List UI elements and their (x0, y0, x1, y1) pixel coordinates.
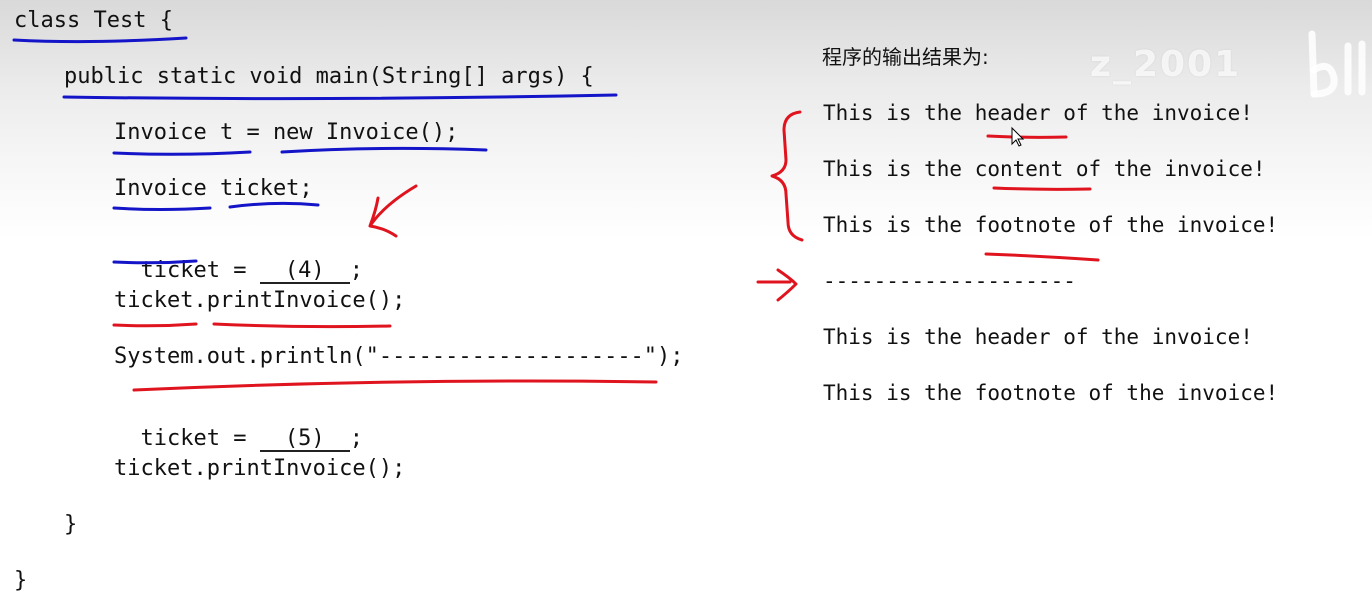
code-line-assign-blank-4: ticket = (4); (114, 232, 363, 284)
code-text: ticket = (140, 426, 260, 451)
code-line-new-invoice: Invoice t = new Invoice(); (114, 120, 459, 145)
red-underline-footnote (984, 252, 1100, 262)
blank-5: (5) (259, 428, 350, 452)
red-underline-ticket (112, 322, 198, 328)
red-brace-output (770, 110, 804, 242)
red-underline-printinvoice (212, 322, 392, 329)
blue-underline-class (12, 36, 188, 44)
code-line-declare-ticket: Invoice ticket; (114, 176, 313, 201)
output-line-footnote-2: This is the footnote of the invoice! (823, 381, 1279, 405)
red-arrow-to-separator (756, 268, 798, 302)
output-line-footnote: This is the footnote of the invoice! (823, 213, 1279, 237)
blue-underline-ticket (228, 201, 320, 209)
code-line-main-decl: public static void main(String[] args) { (64, 64, 594, 89)
bilibili-logo-icon (1308, 30, 1366, 98)
red-arrow-to-blank-4 (368, 184, 418, 238)
code-line-print-invoice-2: ticket.printInvoice(); (114, 456, 406, 481)
blue-underline-invoice-t (112, 150, 252, 156)
semicolon: ; (349, 426, 363, 451)
watermark-text: z_2001 (1090, 44, 1242, 85)
mouse-cursor-icon (1011, 126, 1025, 147)
blue-underline-invoice-type (112, 206, 212, 211)
code-line-close-class: } (14, 568, 28, 593)
code-line-print-invoice-1: ticket.printInvoice(); (114, 288, 406, 313)
output-line-header: This is the header of the invoice! (823, 101, 1253, 125)
red-underline-header (986, 134, 1068, 139)
code-line-class-decl: class Test { (14, 8, 173, 33)
red-underline-content (992, 186, 1092, 191)
output-line-separator: -------------------- (823, 269, 1076, 293)
code-line-close-main: } (64, 512, 78, 537)
blue-underline-main (62, 93, 618, 101)
blue-underline-new-invoice (280, 146, 488, 154)
output-line-content: This is the content of the invoice! (823, 157, 1266, 181)
output-line-header-2: This is the header of the invoice! (823, 325, 1253, 349)
blank-4: (4) (259, 260, 350, 284)
code-line-println: System.out.println("--------------------… (114, 344, 684, 369)
code-text: ticket = (140, 258, 260, 283)
red-underline-println (132, 379, 658, 392)
output-title: 程序的输出结果为: (822, 45, 989, 69)
semicolon: ; (349, 258, 363, 283)
code-line-assign-blank-5: ticket = (5); (114, 400, 363, 452)
